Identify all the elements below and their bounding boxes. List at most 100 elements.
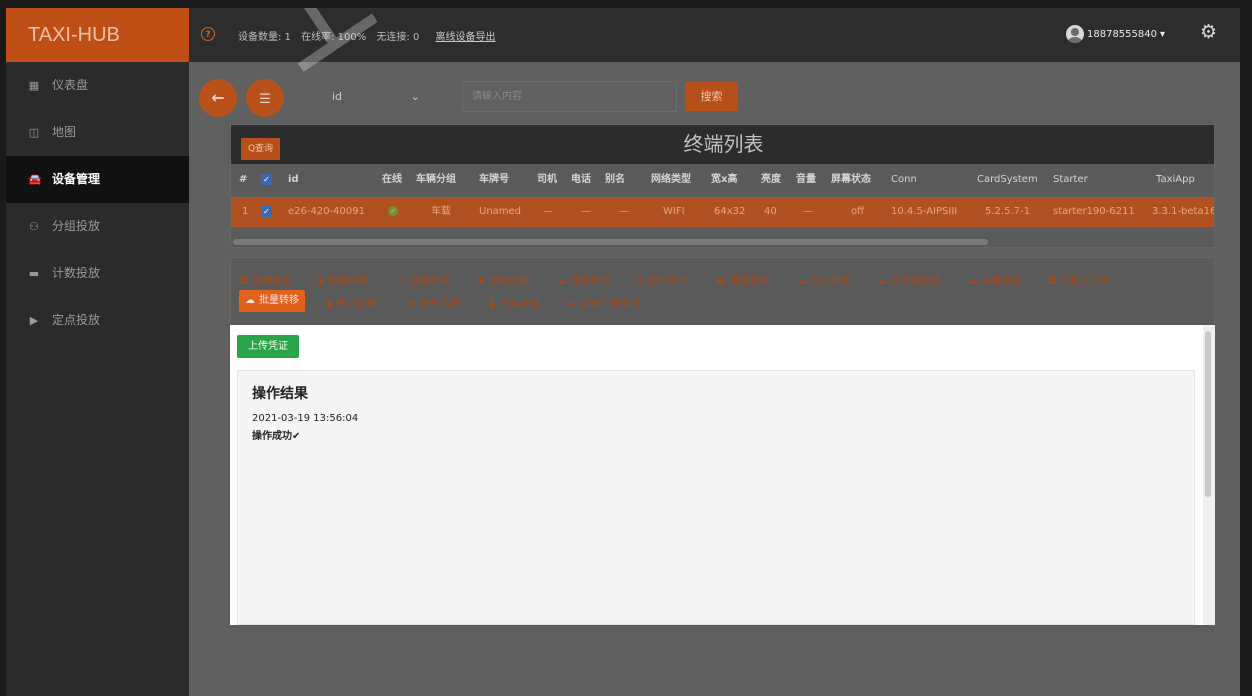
op-vehicle-info[interactable]: ☁ 车辆信息 [968, 272, 1022, 287]
op-batch-transfer[interactable]: ☁ 批量转移 [239, 290, 305, 312]
horizontal-scrollbar[interactable] [233, 239, 988, 245]
vertical-scrollbar[interactable] [1203, 325, 1215, 625]
column-header-plate[interactable]: 车牌号 [479, 165, 509, 195]
search-input[interactable] [463, 82, 676, 111]
back-button[interactable]: ← [199, 79, 237, 117]
result-message: 操作成功✔ [252, 431, 301, 442]
count-icon: ▬ [28, 267, 40, 280]
sidebar-item-count-delivery[interactable]: ▬ 计数投放 [6, 250, 189, 297]
column-header-screen-status[interactable]: 屏幕状态 [831, 165, 871, 195]
column-header-id[interactable]: id [288, 165, 299, 195]
terminal-list-header: 终端列表 Q查询 [231, 125, 1214, 164]
sidebar-item-device-management[interactable]: 🚘 设备管理 [6, 156, 189, 203]
terminal-list-title: 终端列表 [683, 132, 764, 156]
op-volume-control[interactable]: ◀) 音量控制 [715, 272, 771, 287]
scrollbar-thumb[interactable] [1205, 331, 1211, 497]
op-reboot[interactable]: ⟳ 重启系统 [636, 272, 688, 287]
op-server-config[interactable]: ☁ 服务器配置 [876, 272, 940, 287]
column-header-volume[interactable]: 音量 [796, 165, 816, 195]
column-header-network[interactable]: 网络类型 [651, 165, 691, 195]
search-field-select[interactable]: id ⌄ [324, 87, 426, 107]
user-avatar-icon [1066, 25, 1084, 43]
row-size: 64x32 [714, 206, 746, 217]
op-online-update[interactable]: ☁ 在线更新 [797, 272, 851, 287]
column-header-size[interactable]: 宽x高 [711, 165, 737, 195]
column-header-brightness[interactable]: 亮度 [761, 165, 781, 195]
column-header-starter[interactable]: Starter [1053, 165, 1088, 195]
op-screenshot[interactable]: ◘ 屏幕截图 [241, 272, 293, 287]
star-icon: ★ [407, 299, 416, 310]
user-menu[interactable]: 18878555840 ▾ [1066, 25, 1165, 43]
column-header-index: # [239, 174, 248, 185]
column-header-conn[interactable]: Conn [891, 165, 917, 195]
row-volume: — [803, 206, 813, 217]
arrow-left-icon: ← [211, 88, 225, 107]
info-cloud-icon: ☁ [968, 276, 978, 287]
gear-icon[interactable]: ⚙ [1200, 22, 1217, 42]
sidebar: ▦ 仪表盘 ◫ 地图 🚘 设备管理 ⚇ 分组投放 ▬ 计数投放 ▶ 定点投放 [6, 62, 189, 696]
sidebar-item-label: 定点投放 [52, 313, 101, 327]
help-icon[interactable]: ? [201, 27, 215, 41]
chevron-down-icon: ▾ [1160, 28, 1166, 40]
op-parameter-config[interactable]: ✹ 参数配置 [477, 272, 529, 287]
row-plate: Unamed [479, 206, 522, 217]
row-conn: 10.4.5-AIPSIII [891, 206, 958, 217]
result-panel: 上传凭证 操作结果 2021-03-19 13:56:04 操作成功✔ [230, 325, 1215, 625]
sidebar-item-map[interactable]: ◫ 地图 [6, 109, 189, 156]
column-header-driver[interactable]: 司机 [537, 165, 557, 195]
op-custom-display[interactable]: ◘ 自定义显示 [1048, 272, 1110, 287]
menu-button[interactable]: ☰ [246, 79, 284, 117]
share-icon: ➦ [567, 299, 576, 310]
row-network: WIFI [663, 206, 685, 217]
brand-logo[interactable]: TAXI-HUB [6, 8, 189, 62]
column-header-phone[interactable]: 电话 [571, 165, 591, 195]
row-starter: starter190-6211 [1053, 206, 1135, 217]
row-vehicle-group: 车载 [431, 206, 451, 217]
play-icon: ▶ [29, 314, 39, 327]
sidebar-item-label: 仪表盘 [52, 78, 89, 92]
row-taxiapp: 3.3.1-beta16 [1152, 206, 1215, 217]
row-alias: — [619, 206, 629, 217]
export-offline-link[interactable]: 离线设备导出 [436, 32, 496, 43]
sidebar-item-label: 地图 [52, 125, 77, 139]
operations-panel: ◘ 屏幕截图 ◑ 屏幕亮度 ⏻ 屏幕开关 ✹ 参数配置 ☁ 硬件状态 ⟳ 重启系统 ◀) 音量… [230, 257, 1215, 333]
row-cardsystem: 5.2.5.7-1 [985, 206, 1030, 217]
user-icon: ♟ [488, 299, 497, 310]
row-screen-status: off [851, 206, 865, 217]
op-delete-terminal[interactable]: ▮ 删除终端 [327, 295, 377, 310]
op-ad-query[interactable]: ➦ 设备广告查询 [567, 295, 639, 310]
column-header-alias[interactable]: 别名 [605, 165, 625, 195]
row-driver: — [543, 206, 553, 217]
op-rating-system[interactable]: ★ 评分系统 [407, 295, 460, 310]
brightness-icon: ◑ [316, 276, 325, 287]
op-hardware-status[interactable]: ☁ 硬件状态 [556, 272, 610, 287]
camera-icon: ◘ [241, 276, 249, 287]
query-button[interactable]: Q查询 [241, 138, 280, 160]
row-brightness: 40 [764, 206, 777, 217]
search-button[interactable]: 搜索 [685, 82, 738, 111]
op-screen-power[interactable]: ⏻ 屏幕开关 [398, 272, 450, 287]
row-checkbox[interactable]: ✓ [261, 197, 272, 227]
column-header-online[interactable]: 在线 [382, 165, 402, 195]
list-icon: ☰ [259, 92, 271, 107]
column-header-cardsystem[interactable]: CardSystem [977, 165, 1038, 195]
sidebar-item-fixed-point-delivery[interactable]: ▶ 定点投放 [6, 297, 189, 344]
column-header-taxiapp[interactable]: TaxiApp [1156, 165, 1195, 195]
select-all-checkbox[interactable]: ✓ [261, 165, 272, 195]
cloud-upload-icon: ☁ [797, 276, 807, 287]
table-row[interactable]: 1 ✓ e26-420-40091 ✓ 车载 Unamed — — — WIFI… [231, 197, 1215, 227]
upload-credential-button[interactable]: 上传凭证 [237, 335, 299, 358]
device-stats: 设备数量: 1 在线率: 100% 无连接: 0 离线设备导出 [238, 28, 503, 43]
volume-icon: ◀) [715, 276, 727, 287]
sidebar-item-label: 设备管理 [52, 172, 101, 186]
online-status-icon: ✓ [388, 197, 398, 227]
cloud-icon: ☁ [556, 276, 566, 287]
column-header-vehicle-group[interactable]: 车辆分组 [416, 165, 456, 195]
sidebar-item-label: 计数投放 [52, 266, 101, 280]
sidebar-item-dashboard[interactable]: ▦ 仪表盘 [6, 62, 189, 109]
sidebar-item-group-delivery[interactable]: ⚇ 分组投放 [6, 203, 189, 250]
op-brightness[interactable]: ◑ 屏幕亮度 [316, 272, 369, 287]
op-passenger-status[interactable]: ♟ 有客无客 [488, 295, 541, 310]
refresh-icon: ⟳ [636, 276, 645, 287]
car-icon: 🚘 [28, 173, 42, 186]
